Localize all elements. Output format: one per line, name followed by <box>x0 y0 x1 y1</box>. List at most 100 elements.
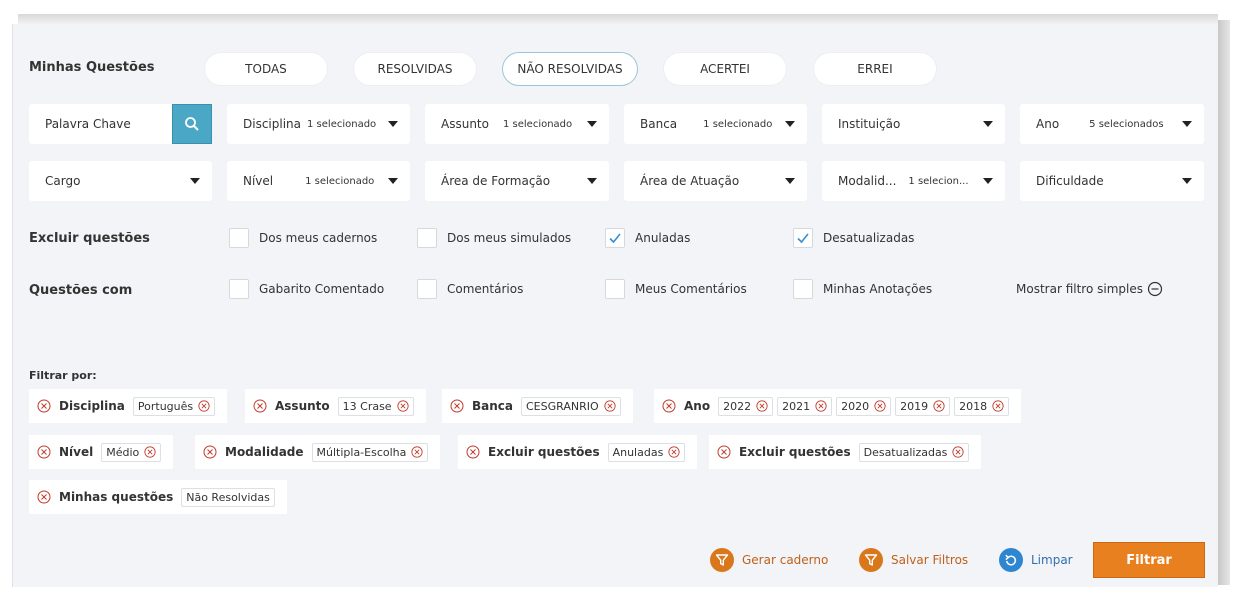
filter-value: Médio <box>106 445 140 459</box>
salvar-filtros-button[interactable]: Salvar Filtros <box>859 548 968 572</box>
filter-value-tag: 2019 <box>895 396 951 416</box>
dropdown-area-formacao[interactable]: Área de Formação <box>425 161 609 201</box>
filter-chip-key: Assunto <box>275 399 330 413</box>
toggle-filtro-simples[interactable]: Mostrar filtro simples <box>1016 281 1163 297</box>
dropdown-assunto[interactable]: Assunto 1 selecionado <box>425 104 609 144</box>
checkbox-box[interactable] <box>417 279 437 299</box>
dropdown-label: Disciplina <box>243 117 302 131</box>
checkbox-minhas-anotacoes[interactable]: Minhas Anotações <box>793 279 932 299</box>
limpar-label: Limpar <box>1031 553 1073 567</box>
checkbox-label: Desatualizadas <box>823 231 915 245</box>
filter-value-tag: 2021 <box>777 396 833 416</box>
checkbox-box[interactable] <box>793 228 813 248</box>
checkbox-box[interactable] <box>793 279 813 299</box>
limpar-button[interactable]: Limpar <box>999 548 1073 572</box>
remove-value-icon[interactable] <box>992 400 1004 412</box>
remove-filter-icon[interactable] <box>466 445 480 459</box>
remove-value-icon[interactable] <box>144 446 156 458</box>
checkbox-box[interactable] <box>605 228 625 248</box>
remove-value-icon[interactable] <box>604 400 616 412</box>
dropdown-ano[interactable]: Ano 5 selecionados <box>1020 104 1204 144</box>
dropdown-label: Dificuldade <box>1036 174 1104 188</box>
filter-value-tag: Médio <box>101 442 162 462</box>
dropdown-label: Nível <box>243 174 274 188</box>
filtrar-button[interactable]: Filtrar <box>1093 542 1205 578</box>
remove-filter-icon[interactable] <box>450 399 464 413</box>
checkbox-box[interactable] <box>605 279 625 299</box>
checkbox-box[interactable] <box>229 279 249 299</box>
filter-value: Português <box>137 399 194 413</box>
dropdown-banca[interactable]: Banca 1 selecionado <box>624 104 807 144</box>
dropdown-selection: 1 selecionado <box>703 118 773 130</box>
caret-down-icon <box>785 121 795 127</box>
questoes-com-title: Questões com <box>29 283 133 298</box>
remove-value-icon[interactable] <box>756 400 768 412</box>
salvar-filtros-label: Salvar Filtros <box>891 553 969 567</box>
remove-filter-icon[interactable] <box>37 399 51 413</box>
remove-filter-icon[interactable] <box>662 399 676 413</box>
checkbox-box[interactable] <box>229 228 249 248</box>
dropdown-cargo[interactable]: Cargo <box>29 161 212 201</box>
remove-value-icon[interactable] <box>933 400 945 412</box>
filter-chip: Minhas questões Não Resolvidas <box>29 480 287 514</box>
filter-value: 2022 <box>723 399 752 413</box>
remove-value-icon[interactable] <box>411 446 423 458</box>
window-shadow-right <box>1218 20 1230 585</box>
dropdown-area-atuacao[interactable]: Área de Atuação <box>624 161 807 201</box>
dropdown-label: Instituição <box>838 117 901 131</box>
checkbox-gabarito-comentado[interactable]: Gabarito Comentado <box>229 279 384 299</box>
dropdown-dificuldade[interactable]: Dificuldade <box>1020 161 1204 201</box>
pill-errei[interactable]: ERREI <box>814 53 936 85</box>
checkbox-meus-comentarios[interactable]: Meus Comentários <box>605 279 747 299</box>
filter-chip: Banca CESGRANRIO <box>442 389 633 423</box>
keyword-input[interactable]: Palavra Chave <box>29 104 173 144</box>
checkbox-desatualizadas[interactable]: Desatualizadas <box>793 228 914 248</box>
caret-down-icon <box>785 178 795 184</box>
pill-resolvidas[interactable]: RESOLVIDAS <box>354 53 476 85</box>
dropdown-selection: 1 selecion... <box>908 175 969 187</box>
filter-value-tag: CESGRANRIO <box>521 396 621 416</box>
remove-value-icon[interactable] <box>952 446 964 458</box>
undo-icon <box>999 548 1023 572</box>
pill-todas[interactable]: TODAS <box>205 53 327 85</box>
checkbox-dos-meus-cadernos[interactable]: Dos meus cadernos <box>229 228 377 248</box>
dropdown-selection: 5 selecionados <box>1089 118 1164 130</box>
checkmark-icon <box>609 233 621 244</box>
minus-circle-icon <box>1147 281 1163 297</box>
remove-filter-icon[interactable] <box>37 490 51 504</box>
filter-value: CESGRANRIO <box>526 399 599 413</box>
remove-filter-icon[interactable] <box>37 445 51 459</box>
filter-value-tag: 13 Crase <box>337 396 414 416</box>
checkbox-box[interactable] <box>417 228 437 248</box>
search-button[interactable] <box>172 104 212 144</box>
filter-value: Não Resolvidas <box>186 490 270 504</box>
remove-filter-icon[interactable] <box>203 445 217 459</box>
gerar-caderno-button[interactable]: Gerar caderno <box>710 548 828 572</box>
remove-value-icon[interactable] <box>668 446 680 458</box>
checkbox-comentarios[interactable]: Comentários <box>417 279 523 299</box>
dropdown-nivel[interactable]: Nível 1 selecionado <box>227 161 410 201</box>
checkbox-label: Anuladas <box>635 231 691 245</box>
remove-filter-icon[interactable] <box>717 445 731 459</box>
remove-filter-icon[interactable] <box>253 399 267 413</box>
dropdown-disciplina[interactable]: Disciplina 1 selecionado <box>227 104 410 144</box>
checkbox-anuladas[interactable]: Anuladas <box>605 228 690 248</box>
remove-value-icon[interactable] <box>874 400 886 412</box>
dropdown-label: Ano <box>1036 117 1060 131</box>
filter-chip: Excluir questões Anuladas <box>458 435 698 469</box>
remove-value-icon[interactable] <box>397 400 409 412</box>
remove-value-icon[interactable] <box>198 400 210 412</box>
checkbox-dos-meus-simulados[interactable]: Dos meus simulados <box>417 228 571 248</box>
caret-down-icon <box>388 121 398 127</box>
remove-value-icon[interactable] <box>815 400 827 412</box>
filter-value-tag: Múltipla-Escolha <box>311 442 429 462</box>
dropdown-modalidade[interactable]: Modalid... 1 selecion... <box>822 161 1005 201</box>
funnel-icon <box>710 548 734 572</box>
dropdown-instituicao[interactable]: Instituição <box>822 104 1005 144</box>
filter-value: 2021 <box>782 399 811 413</box>
window-shadow-top <box>18 14 1218 24</box>
filter-value-tag: 2018 <box>954 396 1010 416</box>
pill-acertei[interactable]: ACERTEI <box>664 53 786 85</box>
pill-nao-resolvidas[interactable]: NÃO RESOLVIDAS <box>503 53 637 85</box>
filter-chip-key: Nível <box>59 445 94 459</box>
